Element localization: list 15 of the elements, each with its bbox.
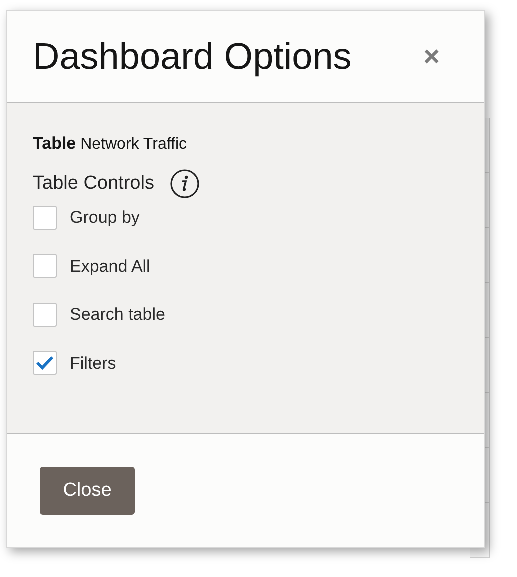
checkbox-label: Filters bbox=[70, 352, 116, 374]
checkbox-label: Search table bbox=[70, 304, 166, 326]
checkbox[interactable] bbox=[33, 351, 57, 376]
checkbox[interactable] bbox=[33, 254, 57, 278]
checkbox[interactable] bbox=[33, 206, 57, 230]
checkbox[interactable] bbox=[33, 302, 57, 327]
table-name: Table Network Traffic bbox=[33, 133, 188, 155]
section-heading: Table Controls bbox=[33, 172, 154, 196]
checkbox-label: Group by bbox=[70, 207, 140, 229]
checkbox-label: Expand All bbox=[70, 256, 150, 278]
close-dialog-button[interactable]: Close bbox=[40, 467, 135, 515]
close-button[interactable]: × bbox=[424, 42, 440, 70]
check-icon bbox=[36, 356, 54, 370]
info-icon[interactable] bbox=[170, 169, 200, 199]
dialog-title: Dashboard Options bbox=[33, 38, 352, 75]
